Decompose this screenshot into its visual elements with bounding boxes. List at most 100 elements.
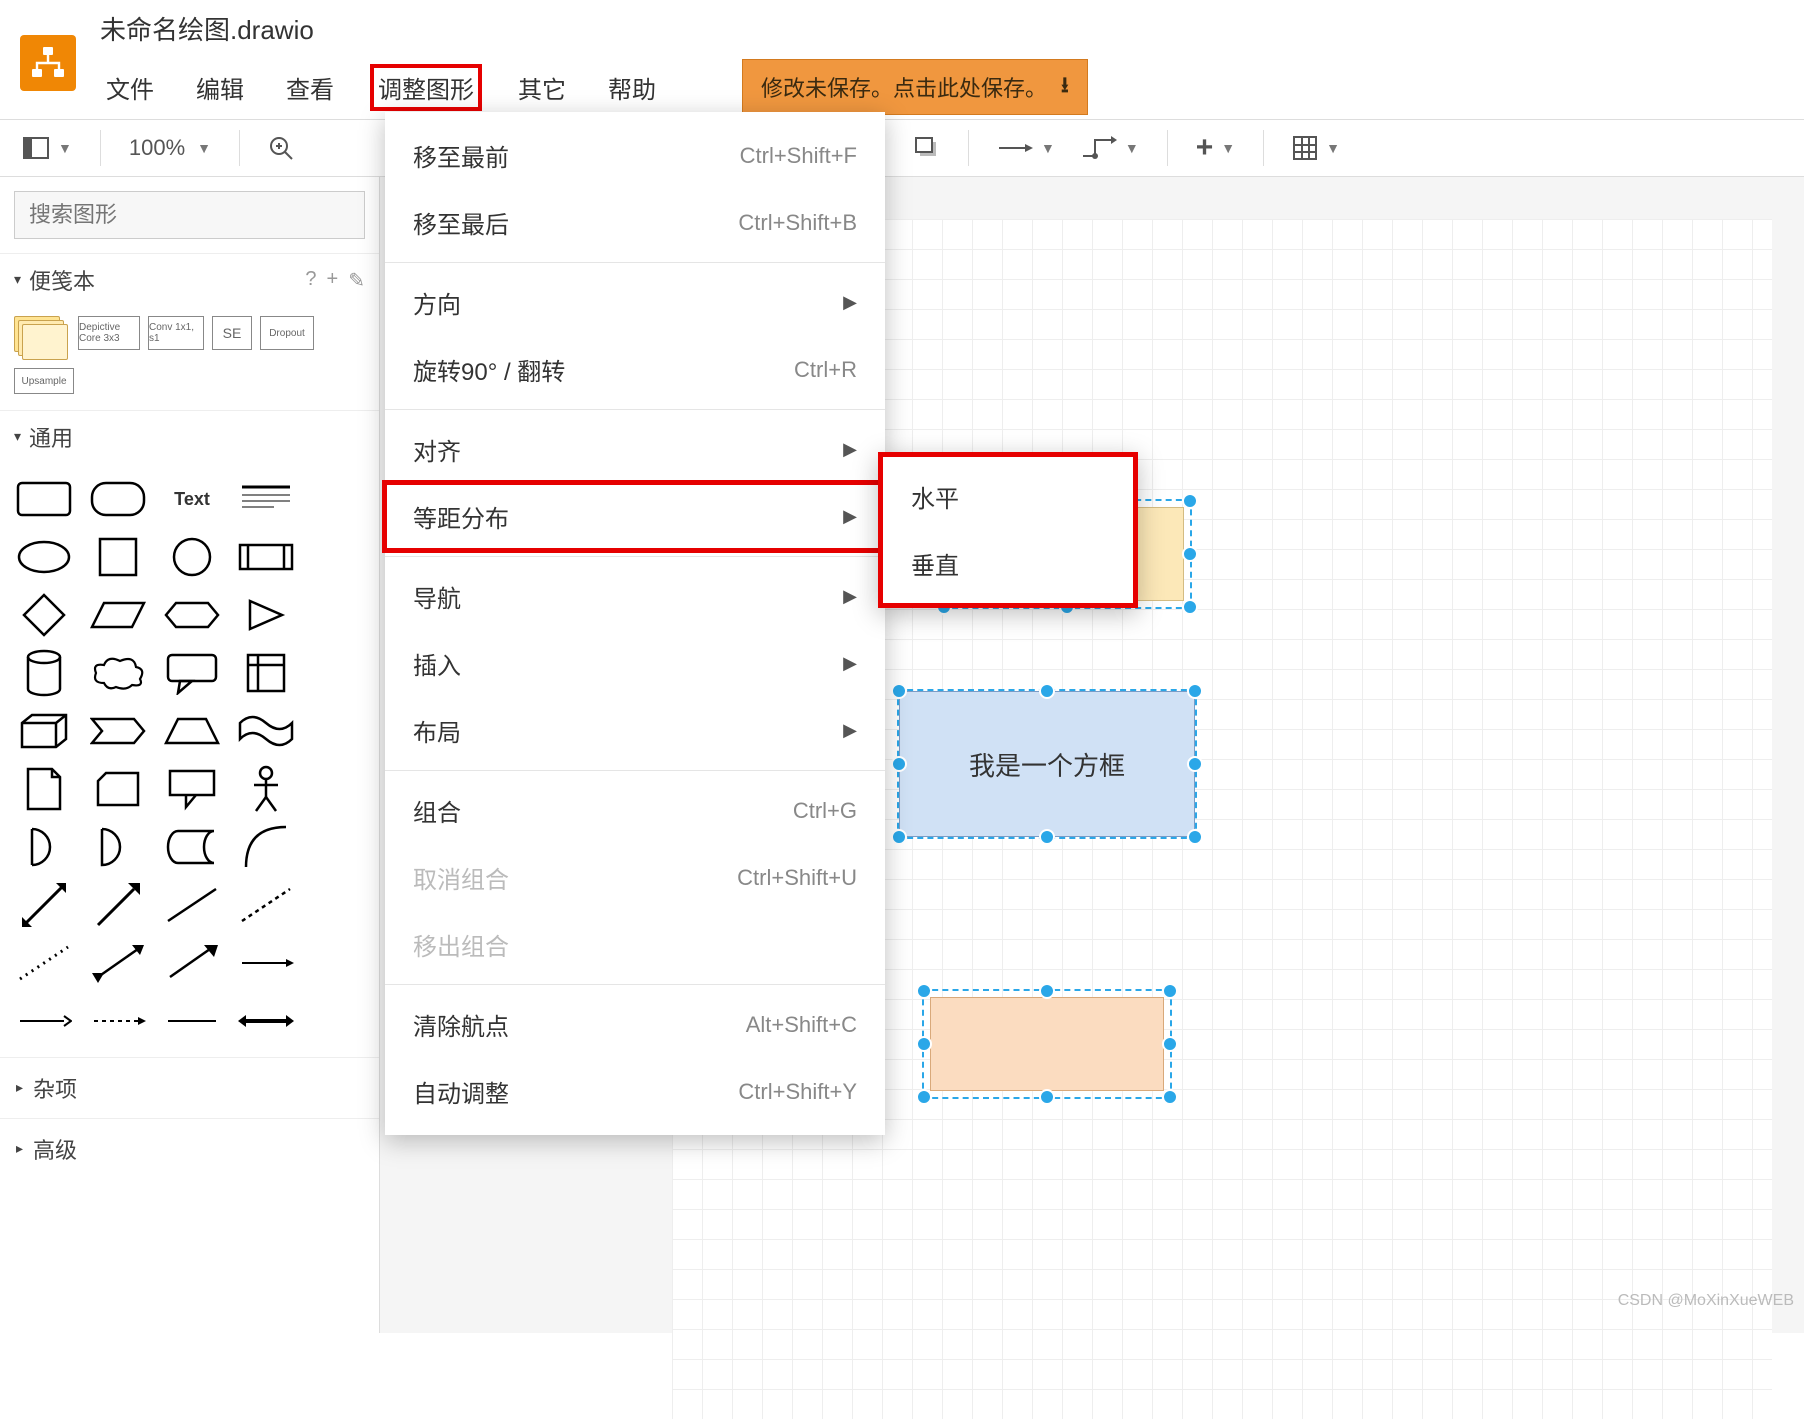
shape-rounded[interactable] bbox=[88, 477, 148, 521]
menu-item[interactable]: 等距分布▶ bbox=[385, 483, 885, 550]
menu-item[interactable]: 组合Ctrl+G bbox=[385, 777, 885, 844]
insert-button[interactable]: + ▼ bbox=[1192, 134, 1239, 162]
shape-card[interactable] bbox=[88, 767, 148, 811]
shape-triangle[interactable] bbox=[236, 593, 296, 637]
menu-item[interactable]: 对齐▶ bbox=[385, 416, 885, 483]
scratchpad-shapes: Depictive Core 3x3 Conv 1x1, s1 SE Dropo… bbox=[0, 306, 379, 410]
add-icon[interactable]: + bbox=[327, 268, 339, 293]
shape-dashline[interactable] bbox=[236, 883, 296, 927]
shape-or[interactable] bbox=[88, 825, 148, 869]
menu-item[interactable]: 布局▶ bbox=[385, 697, 885, 764]
download-icon: ⭳ bbox=[1061, 68, 1069, 106]
menu-item-label: 插入 bbox=[413, 646, 461, 681]
shape-diamond[interactable] bbox=[14, 593, 74, 637]
shape-hexagon[interactable] bbox=[162, 593, 222, 637]
shape-trapezoid[interactable] bbox=[162, 709, 222, 753]
zoom-select[interactable]: 100% ▼ bbox=[125, 131, 215, 165]
shape-rect[interactable] bbox=[14, 477, 74, 521]
menu-item[interactable]: 自动调整Ctrl+Shift+Y bbox=[385, 1058, 885, 1125]
shape-tape[interactable] bbox=[236, 709, 296, 753]
menu-item[interactable]: 旋转90° / 翻转Ctrl+R bbox=[385, 336, 885, 403]
shape-connector[interactable] bbox=[236, 941, 296, 985]
shape-square[interactable] bbox=[88, 535, 148, 579]
shape-ellipse[interactable] bbox=[14, 535, 74, 579]
shape-cube[interactable] bbox=[14, 709, 74, 753]
shape-text[interactable]: Text bbox=[162, 477, 222, 521]
shape-textbox[interactable] bbox=[236, 477, 296, 521]
shape-process[interactable] bbox=[236, 535, 296, 579]
scratchpad-header[interactable]: ▾便笺本 ? + ✎ bbox=[0, 253, 379, 306]
selected-shape-2[interactable]: 我是一个方框 bbox=[897, 689, 1197, 839]
menu-extras[interactable]: 其它 bbox=[512, 66, 572, 109]
menu-item: 取消组合Ctrl+Shift+U bbox=[385, 844, 885, 911]
shape-internal-storage[interactable] bbox=[236, 651, 296, 695]
general-header[interactable]: ▾通用 bbox=[0, 410, 379, 463]
scratch-shape[interactable] bbox=[14, 316, 70, 360]
shape-note[interactable] bbox=[14, 767, 74, 811]
unsaved-text: 修改未保存。点击此处保存。 bbox=[761, 71, 1047, 103]
scratch-shape[interactable]: Dropout bbox=[260, 316, 314, 350]
shape-step[interactable] bbox=[88, 709, 148, 753]
edit-icon[interactable]: ✎ bbox=[348, 268, 365, 293]
connection-style-button[interactable]: ▼ bbox=[993, 134, 1059, 162]
shape-actor[interactable] bbox=[236, 767, 296, 811]
shape-cylinder[interactable] bbox=[14, 651, 74, 695]
shape-connector[interactable] bbox=[88, 999, 148, 1043]
shape-circle[interactable] bbox=[162, 535, 222, 579]
workspace: ▾便笺本 ? + ✎ Depictive Core 3x3 Conv 1x1, … bbox=[0, 177, 1804, 1333]
shape-callout2[interactable] bbox=[162, 767, 222, 811]
search-shapes-input[interactable] bbox=[14, 191, 365, 239]
menu-arrange[interactable]: 调整图形 bbox=[370, 64, 482, 111]
sidebar-toggle-button[interactable]: ▼ bbox=[18, 130, 76, 166]
shape-biarrow[interactable] bbox=[14, 883, 74, 927]
shape-arrow[interactable] bbox=[88, 883, 148, 927]
menu-item[interactable]: 清除航点Alt+Shift+C bbox=[385, 991, 885, 1058]
menu-item[interactable]: 导航▶ bbox=[385, 563, 885, 630]
zoom-in-button[interactable] bbox=[264, 131, 298, 165]
file-name[interactable]: 未命名绘图.drawio bbox=[100, 10, 1088, 47]
scratch-shape[interactable]: Upsample bbox=[14, 368, 74, 394]
shape-data-storage[interactable] bbox=[162, 825, 222, 869]
menu-view[interactable]: 查看 bbox=[280, 66, 340, 109]
shape-dotline[interactable] bbox=[14, 941, 74, 985]
menu-file[interactable]: 文件 bbox=[100, 66, 160, 109]
shape-line[interactable] bbox=[162, 883, 222, 927]
scratch-shape[interactable]: SE bbox=[212, 316, 252, 350]
distribute-horizontal[interactable]: 水平 bbox=[883, 463, 1133, 530]
unsaved-notice[interactable]: 修改未保存。点击此处保存。 ⭳ bbox=[742, 59, 1088, 115]
shape-callout[interactable] bbox=[162, 651, 222, 695]
waypoint-style-button[interactable]: ▼ bbox=[1077, 132, 1143, 164]
toolbar: ▼ 100% ▼ ▼ ▼ + ▼ ▼ bbox=[0, 119, 1804, 177]
section-advanced[interactable]: ▸高级 bbox=[0, 1118, 379, 1179]
menu-help[interactable]: 帮助 bbox=[602, 66, 662, 109]
table-button[interactable]: ▼ bbox=[1288, 131, 1344, 165]
shape-connector[interactable] bbox=[14, 999, 74, 1043]
shadow-button[interactable] bbox=[908, 130, 944, 166]
shape-connector[interactable] bbox=[162, 999, 222, 1043]
selected-shape-3[interactable] bbox=[922, 989, 1172, 1099]
menu-item[interactable]: 移至最后Ctrl+Shift+B bbox=[385, 189, 885, 256]
scratch-shape[interactable]: Conv 1x1, s1 bbox=[148, 316, 204, 350]
arrange-menu: 移至最前Ctrl+Shift+F移至最后Ctrl+Shift+B 方向▶旋转90°… bbox=[385, 112, 885, 1135]
shape-parallelogram[interactable] bbox=[88, 593, 148, 637]
chevron-down-icon: ▼ bbox=[1221, 140, 1235, 156]
watermark: CSDN @MoXinXueWEB bbox=[1618, 1292, 1794, 1310]
menu-edit[interactable]: 编辑 bbox=[190, 66, 250, 109]
menu-item[interactable]: 方向▶ bbox=[385, 269, 885, 336]
general-title: 通用 bbox=[29, 421, 73, 453]
chevron-right-icon: ▶ bbox=[843, 653, 857, 674]
shape-connector[interactable] bbox=[236, 999, 296, 1043]
menu-item[interactable]: 插入 ▶ bbox=[385, 630, 885, 697]
menu-bar: 文件 编辑 查看 调整图形 其它 帮助 修改未保存。点击此处保存。 ⭳ bbox=[100, 53, 1088, 115]
shape-halfcircle[interactable] bbox=[14, 825, 74, 869]
menu-shortcut: Ctrl+Shift+B bbox=[738, 210, 857, 236]
menu-item[interactable]: 移至最前Ctrl+Shift+F bbox=[385, 122, 885, 189]
section-misc[interactable]: ▸杂项 bbox=[0, 1057, 379, 1118]
shape-biarrow2[interactable] bbox=[88, 941, 148, 985]
shape-arrow2[interactable] bbox=[162, 941, 222, 985]
help-icon[interactable]: ? bbox=[305, 268, 316, 293]
shape-cloud[interactable] bbox=[88, 651, 148, 695]
scratch-shape[interactable]: Depictive Core 3x3 bbox=[78, 316, 140, 350]
shape-curve[interactable] bbox=[236, 825, 296, 869]
distribute-vertical[interactable]: 垂直 bbox=[883, 530, 1133, 597]
